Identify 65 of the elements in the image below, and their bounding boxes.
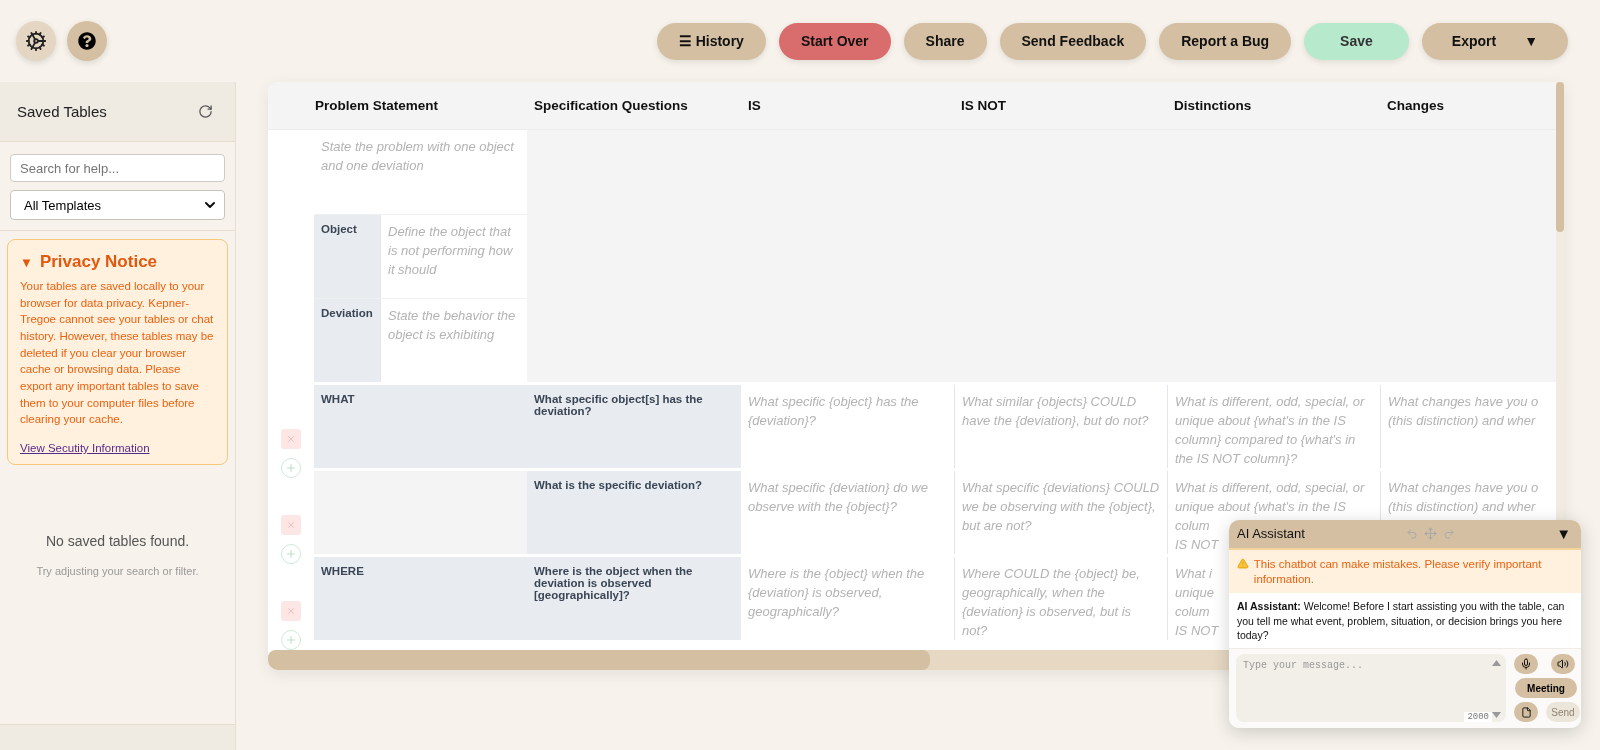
redo-icon[interactable] bbox=[1443, 527, 1456, 540]
category-cell: WHERE bbox=[314, 557, 527, 640]
add-row-button[interactable] bbox=[281, 630, 301, 650]
close-icon bbox=[286, 520, 296, 530]
help-icon bbox=[78, 32, 96, 50]
column-header: Changes bbox=[1386, 97, 1445, 115]
question-cell: What is the specific deviation? bbox=[527, 471, 741, 554]
delete-row-button[interactable] bbox=[281, 429, 301, 449]
toolbar-button[interactable]: Share bbox=[903, 22, 987, 60]
collapse-button[interactable]: ▼ bbox=[1556, 525, 1571, 543]
security-link[interactable]: View Secutity Information bbox=[20, 442, 215, 455]
delete-row-button[interactable] bbox=[281, 515, 301, 535]
column-header: IS NOT bbox=[960, 97, 1007, 115]
close-icon bbox=[286, 434, 296, 444]
speaker-button[interactable] bbox=[1551, 654, 1575, 674]
chat-title: AI Assistant bbox=[1237, 526, 1305, 542]
toolbar-button[interactable]: Report a Bug bbox=[1159, 22, 1292, 60]
meeting-button[interactable]: Meeting bbox=[1515, 678, 1577, 698]
chat-message: AI Assistant: Welcome! Before I start assisting you with the table, can you tell me what event, problem, situation, or decision brings you here today? bbox=[1236, 599, 1566, 643]
column-header: Distinctions bbox=[1173, 97, 1253, 115]
delete-row-button[interactable] bbox=[281, 601, 301, 621]
notice-title: Privacy Notice bbox=[39, 252, 158, 272]
warning-text: This chatbot can make mistakes. Please verify important information. bbox=[1253, 556, 1543, 587]
button-label: Export bbox=[1451, 33, 1497, 49]
column-header: Specification Questions bbox=[533, 97, 689, 115]
empty-state-hint: Try adjusting your search or filter. bbox=[36, 565, 199, 578]
plus-icon bbox=[285, 548, 297, 560]
search-field[interactable]: Search for help... bbox=[10, 154, 225, 182]
character-counter: 2000 bbox=[1464, 712, 1492, 722]
toolbar-button[interactable]: Save bbox=[1304, 22, 1409, 60]
empty-state-title: No saved tables found. bbox=[45, 533, 190, 550]
field-label: Object bbox=[314, 215, 380, 298]
sidebar-title: Saved Tables bbox=[17, 103, 107, 120]
close-icon bbox=[286, 606, 296, 616]
toolbar-button[interactable]: Start Over bbox=[778, 22, 891, 60]
file-icon bbox=[1520, 706, 1532, 718]
plus-icon bbox=[285, 462, 297, 474]
add-row-button[interactable] bbox=[281, 458, 301, 478]
microphone-icon bbox=[1520, 658, 1532, 670]
plus-icon bbox=[285, 634, 297, 646]
scroll-down-icon[interactable] bbox=[1491, 712, 1501, 718]
speaker-icon bbox=[1557, 658, 1569, 670]
add-row-button[interactable] bbox=[281, 544, 301, 564]
template-select[interactable]: All Templates bbox=[10, 190, 225, 220]
question-cell: What specific object[s] has the deviation? bbox=[527, 385, 741, 468]
attach-file-button[interactable] bbox=[1514, 702, 1538, 722]
refresh-icon[interactable] bbox=[198, 104, 213, 119]
category-cell: WHAT bbox=[314, 385, 527, 468]
column-header: IS bbox=[747, 97, 762, 115]
toolbar-button[interactable]: Send Feedback bbox=[999, 22, 1147, 60]
scroll-up-icon[interactable] bbox=[1491, 660, 1501, 666]
settings-icon bbox=[25, 30, 47, 52]
move-icon[interactable] bbox=[1424, 527, 1438, 541]
caret-icon: ▼ bbox=[1524, 33, 1538, 49]
settings-button[interactable] bbox=[16, 21, 56, 61]
microphone-button[interactable] bbox=[1514, 654, 1538, 674]
column-header: Problem Statement bbox=[314, 97, 440, 115]
notice-text: Your tables are saved locally to your browser for data privacy. Kepner-Tregoe cannot see your tables or chat history. However, these tables may be deleted if you clear your browser cache or browsing data. Please export any important tables to save them to your computer files before clearing your cache. bbox=[20, 279, 215, 428]
toolbar-button[interactable]: Export ▼ bbox=[1421, 22, 1568, 60]
warning-icon bbox=[1237, 556, 1249, 570]
question-cell: Where is the object when the deviation is observed [geographically]? bbox=[527, 557, 741, 640]
undo-icon[interactable] bbox=[1406, 527, 1419, 540]
field-label: Deviation bbox=[314, 299, 380, 382]
help-button[interactable] bbox=[67, 21, 107, 61]
toolbar-button[interactable]: ☰ History bbox=[656, 22, 766, 60]
